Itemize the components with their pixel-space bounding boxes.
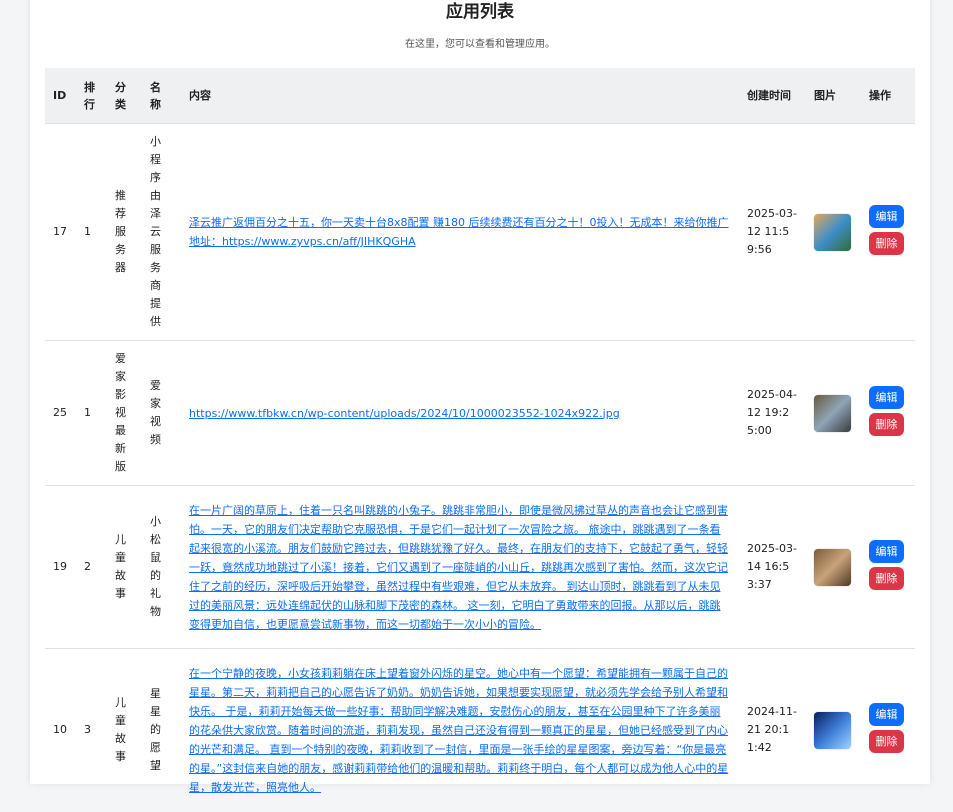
col-header-category: 分类 [107,68,142,124]
col-header-image: 图片 [806,68,861,124]
cell-name: 小程序由泽云服务商提供 [142,123,181,341]
app-table: ID 排行 分类 名称 内容 创建时间 图片 操作 17 1 推荐服务器 小程序… [45,68,915,812]
edit-button[interactable]: 编辑 [869,386,904,409]
cell-actions: 编辑 删除 [861,485,915,649]
delete-button[interactable]: 删除 [869,567,904,590]
col-header-rank: 排行 [76,68,107,124]
col-header-name: 名称 [142,68,181,124]
cell-image [806,123,861,341]
table-row: 17 1 推荐服务器 小程序由泽云服务商提供 泽云推广返佣百分之十五，你一天卖十… [45,123,915,341]
cell-created: 2025-04-12 19:25:00 [739,340,806,486]
cell-actions: 编辑 删除 [861,340,915,486]
app-list-card: 应用列表 在这里，您可以查看和管理应用。 ID 排行 分类 名称 内容 创建时间… [30,0,930,812]
delete-button[interactable]: 删除 [869,730,904,754]
cell-id: 25 [45,340,76,486]
cell-created: 2025-03-12 11:59:56 [739,123,806,341]
col-header-id: ID [45,68,76,124]
edit-button[interactable]: 编辑 [869,540,904,563]
cell-id: 10 [45,648,76,812]
cell-image [806,485,861,649]
table-header: ID 排行 分类 名称 内容 创建时间 图片 操作 [45,68,915,124]
cell-content: 泽云推广返佣百分之十五，你一天卖十台8x8配置 赚180 后续续费还有百分之十！… [181,123,739,341]
cell-rank: 2 [76,485,107,649]
thumbnail-image[interactable] [814,548,851,586]
thumbnail-image[interactable] [814,213,851,251]
col-header-content: 内容 [181,68,739,124]
cell-id: 17 [45,123,76,341]
content-link[interactable]: 在一片广阔的草原上，住着一只名叫跳跳的小兔子。跳跳非常胆小，即使是微风拂过草丛的… [189,504,728,631]
cell-actions: 编辑 删除 [861,648,915,812]
thumbnail-image[interactable] [814,394,851,432]
cell-category: 儿童故事 [107,485,142,649]
content-link[interactable]: https://www.tfbkw.cn/wp-content/uploads/… [189,407,620,420]
cell-rank: 1 [76,340,107,486]
cell-category: 推荐服务器 [107,123,142,341]
cell-id: 19 [45,485,76,649]
cell-rank: 1 [76,123,107,341]
col-header-created: 创建时间 [739,68,806,124]
cell-rank: 3 [76,648,107,812]
content-link[interactable]: 在一个宁静的夜晚，小女孩莉莉躺在床上望着窗外闪烁的星空。她心中有一个愿望：希望能… [189,667,728,794]
cell-name: 小松鼠的礼物 [142,485,181,649]
page-subtitle: 在这里，您可以查看和管理应用。 [405,39,555,50]
page-title: 应用列表 [446,2,514,22]
cell-image [806,340,861,486]
cell-name: 爱家视频 [142,340,181,486]
delete-button[interactable]: 删除 [869,232,904,255]
cell-created: 2025-03-14 16:53:37 [739,485,806,649]
cell-actions: 编辑 删除 [861,123,915,341]
edit-button[interactable]: 编辑 [869,703,904,727]
cell-created: 2024-11-21 20:11:42 [739,648,806,812]
col-header-actions: 操作 [861,68,915,124]
cell-content: 在一个宁静的夜晚，小女孩莉莉躺在床上望着窗外闪烁的星空。她心中有一个愿望：希望能… [181,648,739,812]
edit-button[interactable]: 编辑 [869,205,904,228]
cell-image [806,648,861,812]
cell-name: 星星的愿望 [142,648,181,812]
cell-content: https://www.tfbkw.cn/wp-content/uploads/… [181,340,739,486]
content-link[interactable]: 泽云推广返佣百分之十五，你一天卖十台8x8配置 赚180 后续续费还有百分之十！… [189,216,729,248]
thumbnail-image[interactable] [814,711,851,749]
delete-button[interactable]: 删除 [869,413,904,436]
cell-category: 爱家影视最新版 [107,340,142,486]
table-row: 10 3 儿童故事 星星的愿望 在一个宁静的夜晚，小女孩莉莉躺在床上望着窗外闪烁… [45,648,915,812]
cell-category: 儿童故事 [107,648,142,812]
cell-content: 在一片广阔的草原上，住着一只名叫跳跳的小兔子。跳跳非常胆小，即使是微风拂过草丛的… [181,485,739,649]
table-row: 25 1 爱家影视最新版 爱家视频 https://www.tfbkw.cn/w… [45,340,915,486]
table-row: 19 2 儿童故事 小松鼠的礼物 在一片广阔的草原上，住着一只名叫跳跳的小兔子。… [45,485,915,649]
table-body: 17 1 推荐服务器 小程序由泽云服务商提供 泽云推广返佣百分之十五，你一天卖十… [45,123,915,812]
